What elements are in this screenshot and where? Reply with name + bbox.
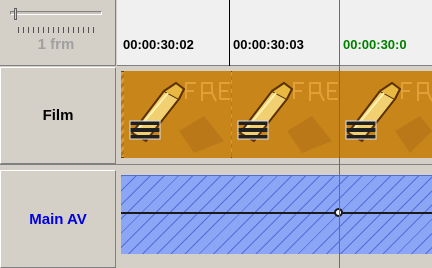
track-separator (0, 164, 432, 165)
volume-envelope-line[interactable] (121, 212, 432, 214)
timecode-label: 00:00:30:03 (233, 37, 304, 52)
playhead-cursor[interactable] (339, 0, 340, 268)
zoom-slider-thumb[interactable] (14, 8, 17, 20)
timecode-label: 00:00:30:02 (123, 37, 194, 52)
film-frame-thumbnail (124, 71, 231, 158)
zoom-slider-track[interactable] (10, 11, 102, 15)
av-clip[interactable] (121, 175, 432, 254)
film-frame-thumbnail (232, 71, 339, 158)
zoom-panel (0, 0, 116, 66)
track-label-film: Film (42, 107, 74, 124)
track-header-main-av[interactable]: Main AV (0, 170, 116, 268)
ruler-frame-divider (229, 0, 230, 66)
zoom-label: 1 frm (37, 36, 75, 53)
zoom-scale-ticks (18, 27, 98, 33)
track-label-main-av: Main AV (29, 210, 87, 228)
time-ruler[interactable] (117, 0, 432, 66)
film-frame-thumbnail (340, 71, 432, 158)
current-timecode-label: 00:00:30:0 (343, 37, 407, 52)
track-header-film[interactable]: Film (0, 67, 116, 164)
